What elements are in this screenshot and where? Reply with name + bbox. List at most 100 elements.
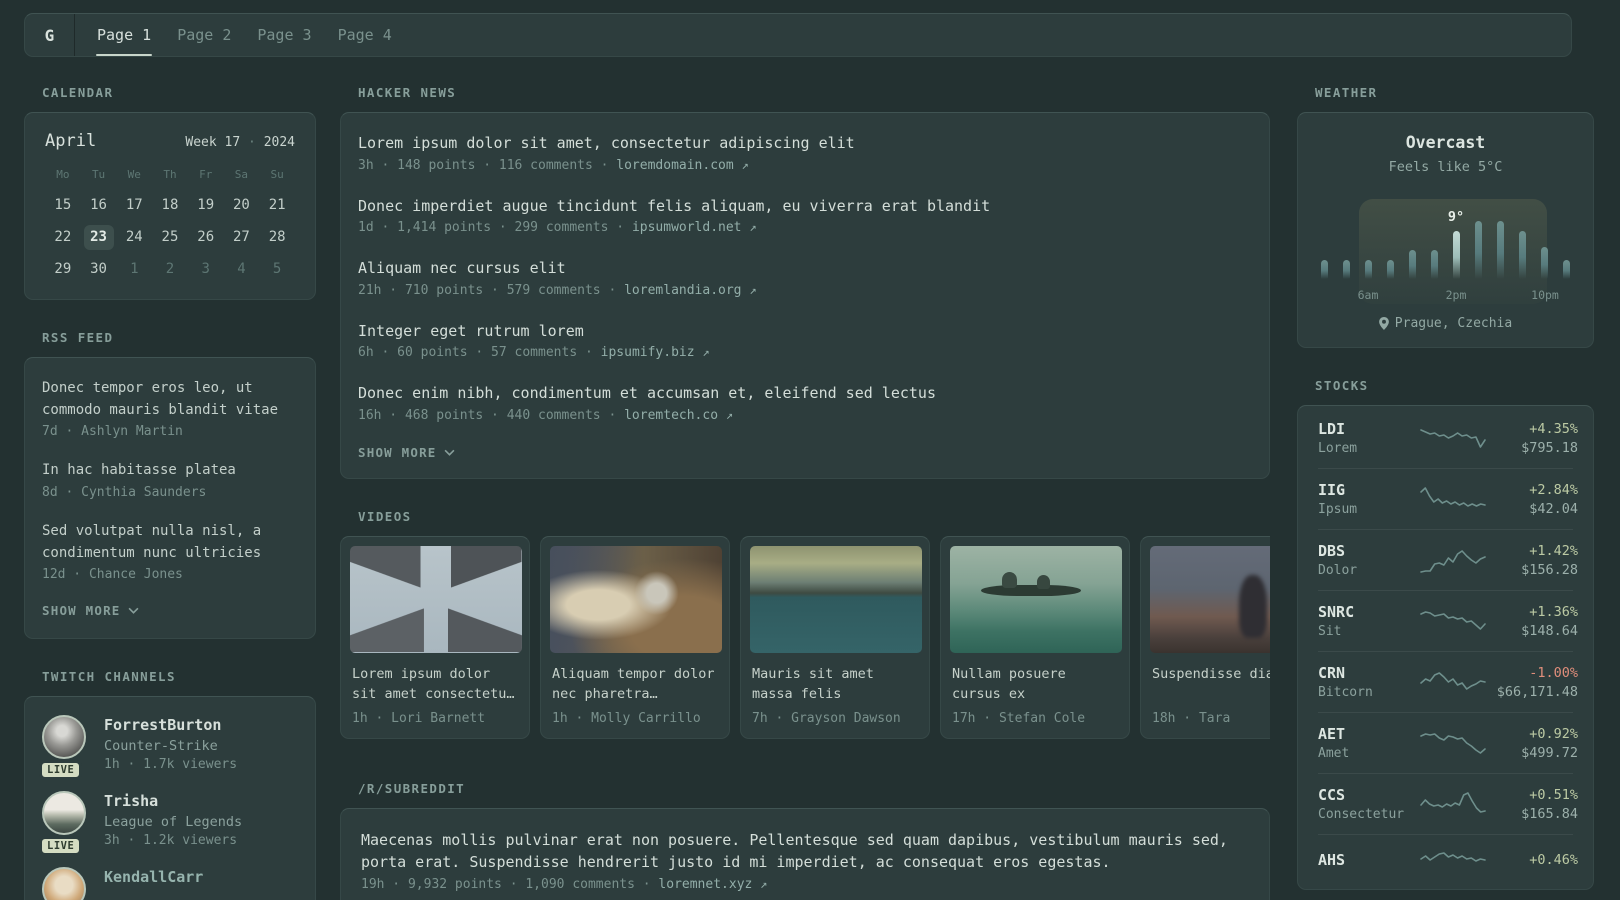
video-meta: 1h · Lori Barnett bbox=[352, 710, 486, 726]
page-tab[interactable]: Page 1 bbox=[96, 14, 153, 56]
separator-dot: · bbox=[248, 135, 256, 150]
video-thumbnail[interactable] bbox=[950, 545, 1122, 653]
video-meta: 7h · Grayson Dawson bbox=[752, 710, 901, 726]
hn-story-domain[interactable]: loremlandia.org ↗ bbox=[624, 283, 756, 298]
video-card[interactable]: Nullam posuere cursus ex 17h · Stefan Co… bbox=[940, 535, 1130, 739]
rss-item-title[interactable]: In hac habitasse platea bbox=[42, 460, 298, 482]
rss-item[interactable]: Sed volutpat nulla nisl, a condimentum n… bbox=[42, 521, 298, 582]
calendar-day: 30 bbox=[90, 260, 107, 277]
temperature-bar bbox=[1408, 250, 1416, 279]
video-title[interactable]: Lorem ipsum dolor sit amet consectetu… bbox=[352, 664, 518, 706]
stocks-card: LDI Lorem +4.35% $795.18 IIG Ipsum +2.84… bbox=[1297, 405, 1594, 890]
weekday-label: Su bbox=[270, 168, 284, 181]
temperature-bar bbox=[1342, 260, 1350, 279]
temperature-bar bbox=[1519, 231, 1527, 279]
stock-row: LDI Lorem +4.35% $795.18 bbox=[1318, 408, 1578, 468]
page-tab[interactable]: Page 3 bbox=[256, 14, 312, 56]
stock-symbol[interactable]: CCS bbox=[1318, 786, 1420, 804]
stock-change: +4.35% bbox=[1529, 420, 1578, 437]
calendar-day: 1 bbox=[130, 260, 139, 277]
stock-symbol[interactable]: CRN bbox=[1318, 664, 1420, 682]
hn-story-title[interactable]: Aliquam nec cursus elit bbox=[358, 257, 1252, 280]
stock-change: +2.84% bbox=[1529, 481, 1578, 498]
middle-column: HACKER NEWS Lorem ipsum dolor sit amet, … bbox=[340, 85, 1270, 900]
twitch-channel-name[interactable]: Trisha bbox=[104, 791, 242, 812]
calendar-day: 25 bbox=[161, 228, 179, 245]
weekday-label: Mo bbox=[56, 168, 70, 181]
hn-story-title[interactable]: Donec imperdiet augue tincidunt felis al… bbox=[358, 195, 1252, 218]
hn-story-domain[interactable]: loremdomain.com ↗ bbox=[616, 158, 748, 173]
temperature-bar bbox=[1364, 260, 1372, 279]
stock-price: $156.28 bbox=[1521, 561, 1578, 578]
video-thumbnail[interactable] bbox=[1150, 545, 1270, 653]
calendar-day: 23 bbox=[81, 221, 117, 253]
rss-item[interactable]: In hac habitasse platea 8d · Cynthia Sau… bbox=[42, 460, 298, 500]
stock-sparkline bbox=[1420, 847, 1486, 875]
hn-story-title[interactable]: Integer eget rutrum lorem bbox=[358, 320, 1252, 343]
hn-story-title[interactable]: Lorem ipsum dolor sit amet, consectetur … bbox=[358, 132, 1252, 155]
reddit-post-title[interactable]: Maecenas mollis pulvinar erat non posuer… bbox=[361, 829, 1249, 874]
video-thumbnail[interactable] bbox=[550, 545, 722, 653]
video-title[interactable]: Suspendisse diam bbox=[1152, 664, 1270, 706]
hn-story: Donec imperdiet augue tincidunt felis al… bbox=[358, 195, 1252, 236]
video-title[interactable]: Mauris sit amet massa felis bbox=[752, 664, 918, 706]
temperature-bar bbox=[1541, 247, 1549, 279]
stock-change: +0.51% bbox=[1529, 786, 1578, 803]
calendar-year: 2024 bbox=[263, 135, 295, 150]
twitch-channel[interactable]: LIVE Trisha League of Legends 3h · 1.2k … bbox=[39, 791, 298, 857]
stock-sparkline bbox=[1420, 485, 1486, 513]
calendar-day: 2 bbox=[165, 260, 175, 277]
weather-feels-like: Feels like 5°C bbox=[1388, 159, 1503, 175]
video-thumbnail[interactable] bbox=[350, 545, 522, 653]
video-card[interactable]: Mauris sit amet massa felis 7h · Grayson… bbox=[740, 535, 930, 739]
page-tab[interactable]: Page 2 bbox=[176, 14, 232, 56]
rss-item-title[interactable]: Sed volutpat nulla nisl, a condimentum n… bbox=[42, 521, 298, 564]
twitch-card: LIVE ForrestBurton Counter-Strike 1h · 1… bbox=[24, 696, 316, 900]
page-tab[interactable]: Page 4 bbox=[337, 14, 393, 56]
hn-story-domain[interactable]: loremtech.co ↗ bbox=[624, 408, 733, 423]
video-title[interactable]: Nullam posuere cursus ex bbox=[952, 664, 1118, 706]
page-tabs: Page 1 Page 2 Page 3 Page 4 bbox=[75, 14, 417, 56]
hn-story-domain[interactable]: ipsumify.biz ↗ bbox=[601, 345, 710, 360]
stock-symbol[interactable]: IIG bbox=[1318, 481, 1420, 499]
calendar-day: 24 bbox=[125, 228, 143, 245]
time-label: 2pm bbox=[1445, 288, 1467, 302]
reddit-post-domain[interactable]: loremnet.xyz ↗ bbox=[658, 877, 767, 892]
external-link-icon: ↗ bbox=[741, 157, 749, 172]
hn-story: Donec enim nibh, condimentum et accumsan… bbox=[358, 382, 1252, 423]
weekday-label: We bbox=[127, 168, 141, 181]
videos-widget: VIDEOS Lorem ipsum dolor sit amet consec… bbox=[340, 509, 1270, 739]
video-thumbnail[interactable] bbox=[750, 545, 922, 653]
twitch-channel[interactable]: LIVE ForrestBurton Counter-Strike 1h · 1… bbox=[39, 715, 298, 781]
rss-list: Donec tempor eros leo, ut commodo mauris… bbox=[42, 378, 298, 582]
stock-symbol[interactable]: AHS bbox=[1318, 851, 1420, 869]
weather-location: Prague, Czechia bbox=[1318, 316, 1573, 331]
stock-symbol[interactable]: SNRC bbox=[1318, 603, 1420, 621]
twitch-channel-name[interactable]: ForrestBurton bbox=[104, 715, 237, 736]
hn-story-stats: 21h · 710 points · 579 comments · bbox=[358, 282, 625, 298]
video-card[interactable]: Suspendisse diam 18h · Tara bbox=[1140, 535, 1270, 739]
hn-story-title[interactable]: Donec enim nibh, condimentum et accumsan… bbox=[358, 382, 1252, 405]
hn-show-more-button[interactable]: SHOW MORE bbox=[358, 445, 1252, 460]
video-title[interactable]: Aliquam tempor dolor nec pharetra… bbox=[552, 664, 718, 706]
stock-price: $165.84 bbox=[1521, 805, 1578, 822]
stock-symbol[interactable]: AET bbox=[1318, 725, 1420, 743]
twitch-channel[interactable]: KendallCarr bbox=[42, 867, 298, 900]
hn-story-domain[interactable]: ipsumworld.net ↗ bbox=[632, 220, 757, 235]
video-card[interactable]: Lorem ipsum dolor sit amet consectetu… 1… bbox=[340, 535, 530, 739]
stock-symbol[interactable]: DBS bbox=[1318, 542, 1420, 560]
video-card[interactable]: Aliquam tempor dolor nec pharetra… 1h · … bbox=[540, 535, 730, 739]
rss-item-title[interactable]: Donec tempor eros leo, ut commodo mauris… bbox=[42, 378, 298, 421]
hn-story-stats: 16h · 468 points · 440 comments · bbox=[358, 407, 625, 423]
stock-name: Lorem bbox=[1318, 441, 1358, 456]
weekday-label: Tu bbox=[91, 168, 106, 181]
calendar-day: 15 bbox=[54, 196, 72, 213]
rss-show-more-button[interactable]: SHOW MORE bbox=[42, 603, 298, 618]
app-logo[interactable]: G bbox=[25, 14, 75, 56]
twitch-channel-name[interactable]: KendallCarr bbox=[104, 867, 203, 888]
twitch-widget: TWITCH CHANNELS LIVE ForrestBurton Count… bbox=[24, 669, 316, 900]
rss-item[interactable]: Donec tempor eros leo, ut commodo mauris… bbox=[42, 378, 298, 439]
hn-story-meta: 3h · 148 points · 116 comments · loremdo… bbox=[358, 158, 1252, 173]
stock-symbol[interactable]: LDI bbox=[1318, 420, 1420, 438]
calendar-day: 19 bbox=[197, 196, 215, 213]
